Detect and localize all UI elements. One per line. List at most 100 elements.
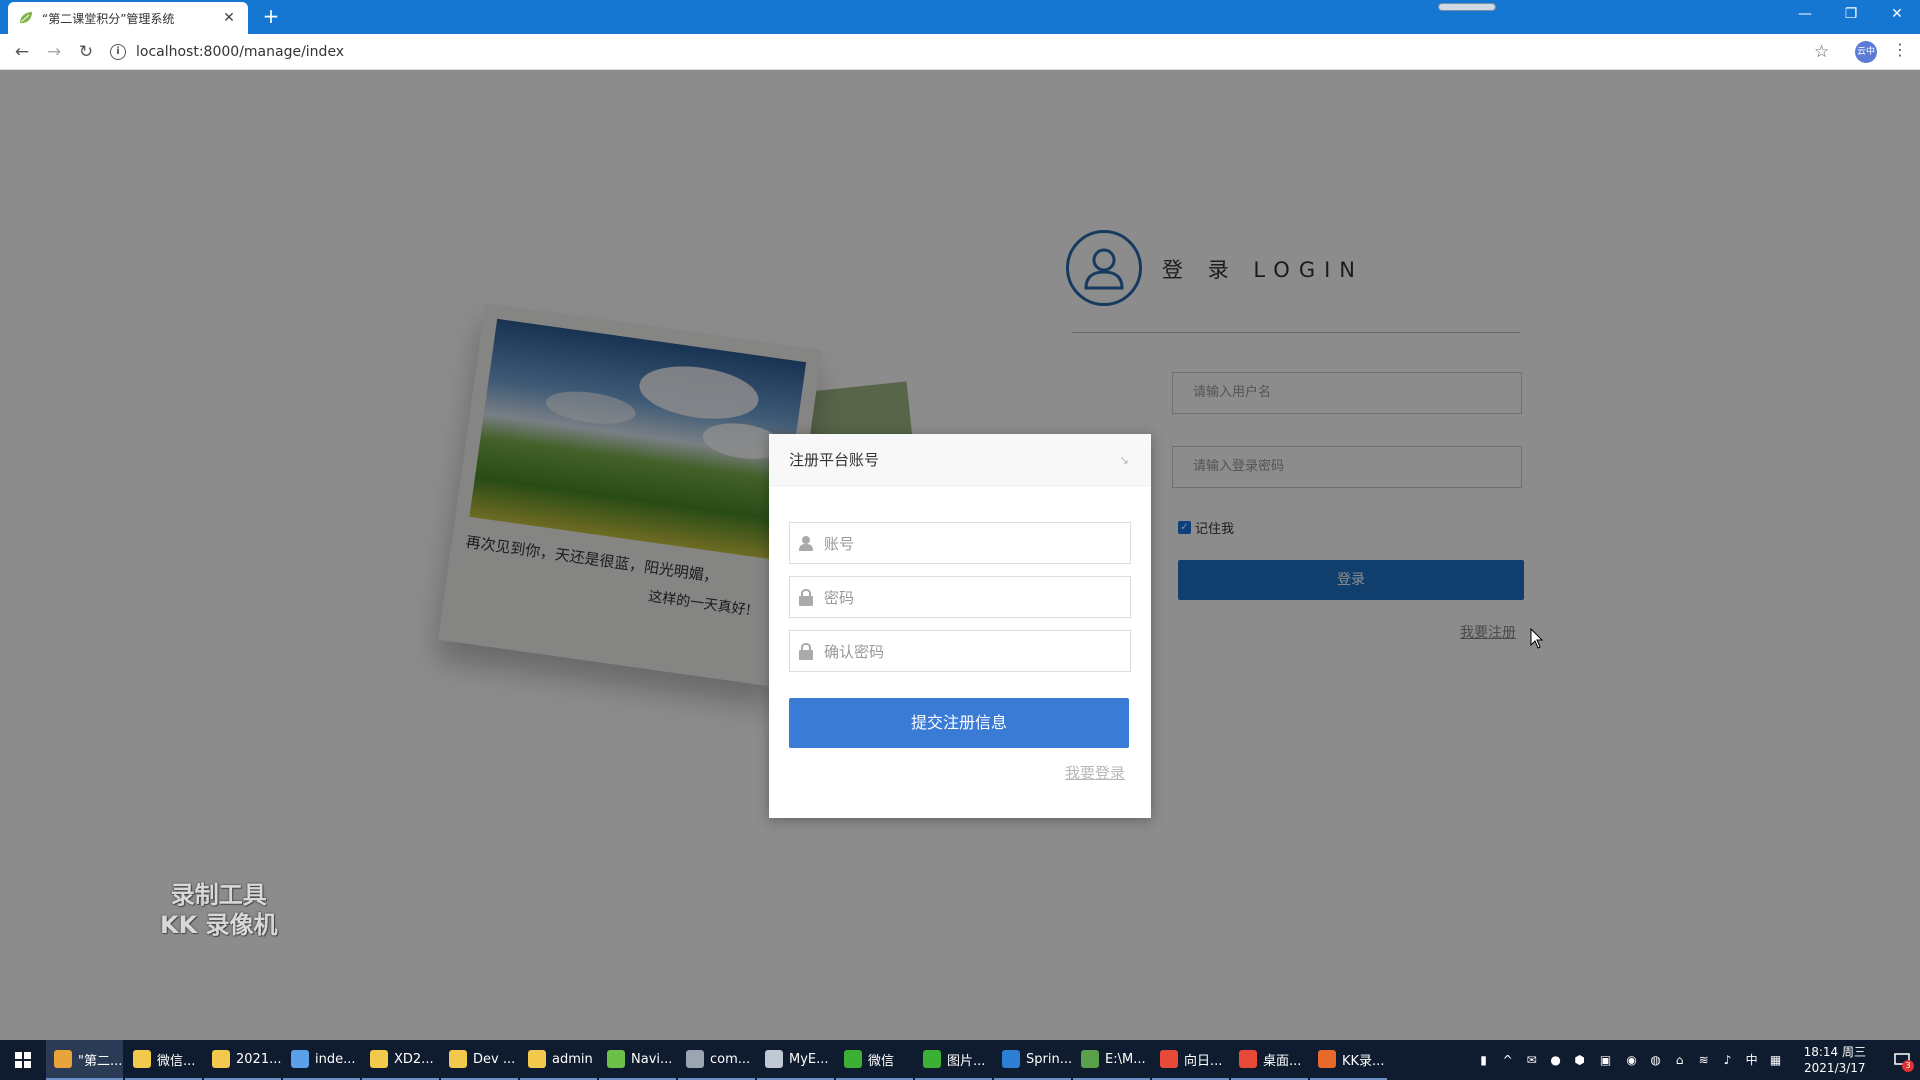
confirm-password-field[interactable]: 确认密码 <box>789 630 1131 672</box>
taskbar-app[interactable]: 微信... <box>125 1040 202 1080</box>
shield-icon[interactable]: ⬢ <box>1570 1052 1590 1068</box>
taskbar-app[interactable]: 2021... <box>204 1040 281 1080</box>
taskbar-app-label: 2021... <box>236 1051 281 1067</box>
keyboard-icon[interactable]: ▦ <box>1766 1052 1786 1068</box>
password-field[interactable]: 密码 <box>789 576 1131 618</box>
new-tab-button[interactable]: + <box>258 4 284 30</box>
chat-icon[interactable]: ✉ <box>1522 1052 1542 1068</box>
clock[interactable]: 18:14 周三 2021/3/17 <box>1804 1044 1866 1076</box>
profile-avatar[interactable]: 云中 <box>1855 41 1877 63</box>
app-icon <box>686 1050 704 1068</box>
taskbar-app[interactable]: XD2... <box>362 1040 439 1080</box>
taskbar-app-label: 桌面... <box>1263 1053 1302 1069</box>
app-icon <box>291 1050 309 1068</box>
restore-button[interactable]: ❐ <box>1828 0 1874 30</box>
network-icon[interactable]: ⌂ <box>1670 1052 1690 1068</box>
taskbar-app[interactable]: Navi... <box>599 1040 676 1080</box>
taskbar-app-label: inde... <box>315 1051 356 1067</box>
windows-start-button[interactable] <box>0 1040 46 1080</box>
qq-icon[interactable]: ◉ <box>1622 1052 1642 1068</box>
modal-title: 注册平台账号 <box>789 451 880 469</box>
system-tray: ▮ ^ ✉ ● ⬢ ▣ ◉ ◍ ⌂ ≋ ♪ 中 ▦ 18:14 周三 2021/… <box>1474 1040 1920 1080</box>
wechat-tray-icon[interactable]: ◍ <box>1646 1052 1666 1068</box>
confirm-password-placeholder: 确认密码 <box>824 642 885 661</box>
lock-icon <box>798 588 814 606</box>
taskbar-app-label: admin <box>552 1051 593 1067</box>
taskbar-app[interactable]: 桌面... <box>1231 1040 1308 1080</box>
app-icon <box>1318 1050 1336 1068</box>
recorder-watermark: 录制工具 KK 录像机 <box>160 880 278 940</box>
taskbar-app[interactable]: MyE... <box>757 1040 834 1080</box>
browser-toolbar: ← → ↻ i localhost:8000/manage/index ☆ 云中… <box>0 34 1920 70</box>
battery-icon[interactable]: ▮ <box>1474 1052 1494 1068</box>
chevron-up-icon[interactable]: ^ <box>1498 1052 1518 1068</box>
modal-header: 注册平台账号 ↘ <box>769 434 1151 486</box>
close-window-button[interactable]: ✕ <box>1874 0 1920 30</box>
download-progress-indicator <box>1438 3 1496 11</box>
wifi-icon[interactable]: ≋ <box>1694 1052 1714 1068</box>
windows-logo-icon <box>15 1052 31 1068</box>
login-link[interactable]: 我要登录 <box>1065 762 1125 783</box>
taskbar-app[interactable]: Sprin... <box>994 1040 1071 1080</box>
watermark-line1: 录制工具 <box>170 881 267 909</box>
app-tray-icon[interactable]: ● <box>1546 1052 1566 1068</box>
modal-close-icon[interactable]: ↘ <box>1117 453 1131 467</box>
taskbar-app-label: 微信... <box>157 1053 196 1069</box>
account-input[interactable]: 账号 <box>789 522 1131 564</box>
taskbar-app[interactable]: 向日... <box>1152 1040 1229 1080</box>
app-icon <box>923 1050 941 1068</box>
browser-tab-active[interactable]: “第二课堂积分”管理系统 ✕ <box>8 2 248 34</box>
app-icon <box>844 1050 862 1068</box>
app-icon <box>607 1050 625 1068</box>
password-placeholder: 密码 <box>824 588 855 607</box>
taskbar-app-label: XD2... <box>394 1051 434 1067</box>
app-icon <box>765 1050 783 1068</box>
taskbar-app[interactable]: 微信 <box>836 1040 913 1080</box>
taskbar-app-label: E:\M... <box>1105 1051 1146 1067</box>
forward-arrow-icon[interactable]: → <box>42 40 66 64</box>
taskbar-app[interactable]: 图片... <box>915 1040 992 1080</box>
app-icon <box>1002 1050 1020 1068</box>
app-icon <box>133 1050 151 1068</box>
app-icon <box>449 1050 467 1068</box>
volume-icon[interactable]: ♪ <box>1718 1052 1738 1068</box>
back-arrow-icon[interactable]: ← <box>10 40 34 64</box>
submit-register-button[interactable]: 提交注册信息 <box>789 698 1129 748</box>
address-bar[interactable]: i localhost:8000/manage/index <box>110 39 1780 65</box>
taskbar-app[interactable]: inde... <box>283 1040 360 1080</box>
notification-badge: 3 <box>1902 1060 1914 1072</box>
minimize-button[interactable]: — <box>1782 0 1828 30</box>
taskbar-app-label: Navi... <box>631 1051 673 1067</box>
taskbar-app-label: MyE... <box>789 1051 829 1067</box>
app-icon <box>370 1050 388 1068</box>
tab-close-icon[interactable]: ✕ <box>220 10 238 26</box>
taskbar-app[interactable]: KK录... <box>1310 1040 1387 1080</box>
app-icon <box>1160 1050 1178 1068</box>
taskbar-app[interactable]: admin <box>520 1040 597 1080</box>
sogou-icon[interactable]: ▣ <box>1594 1052 1618 1068</box>
reload-icon[interactable]: ↻ <box>74 40 98 64</box>
taskbar-app[interactable]: Dev ... <box>441 1040 518 1080</box>
page-viewport: 再次见到你，天还是很蓝，阳光明媚， 这样的一天真好! 登 录 LOGIN 请输入… <box>0 70 1920 1040</box>
register-modal: 注册平台账号 ↘ 账号 密码 确认密码 提交注册信息 我要登录 <box>769 434 1151 818</box>
taskbar-app[interactable]: com... <box>678 1040 755 1080</box>
url-text: localhost:8000/manage/index <box>136 44 345 60</box>
taskbar-app-label: "第二... <box>78 1053 123 1069</box>
notification-center-icon[interactable]: 3 <box>1884 1040 1920 1080</box>
taskbar-app-label: 微信 <box>868 1053 895 1069</box>
browser-menu-icon[interactable]: ⋮ <box>1890 40 1910 59</box>
clock-time: 18:14 周三 <box>1803 1045 1866 1059</box>
app-icon <box>1081 1050 1099 1068</box>
browser-titlebar: “第二课堂积分”管理系统 ✕ + — ❐ ✕ <box>0 0 1920 34</box>
taskbar-app-label: KK录... <box>1342 1053 1385 1069</box>
taskbar-app-label: 图片... <box>947 1053 986 1069</box>
site-info-icon[interactable]: i <box>110 44 126 60</box>
leaf-favicon-icon <box>18 10 34 26</box>
app-icon <box>528 1050 546 1068</box>
bookmark-star-icon[interactable]: ☆ <box>1814 42 1829 62</box>
ime-indicator[interactable]: 中 <box>1742 1052 1762 1068</box>
taskbar-apps: "第二... 微信... 2021... inde... XD2... Dev ... ad… <box>46 1040 1387 1080</box>
tab-title: “第二课堂积分”管理系统 <box>42 11 175 26</box>
taskbar-app[interactable]: "第二... <box>46 1040 123 1080</box>
taskbar-app[interactable]: E:\M... <box>1073 1040 1150 1080</box>
